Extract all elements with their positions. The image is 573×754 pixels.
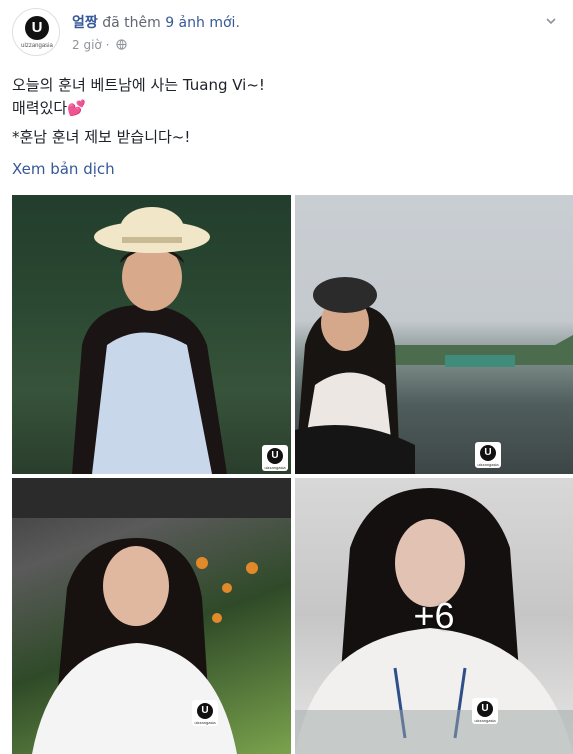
meta-separator: · — [105, 38, 110, 52]
avatar-brand: ulzzangasia — [21, 43, 53, 49]
author-link[interactable]: 얼짱 — [72, 15, 98, 31]
post-text-line: 매력있다💕 — [12, 99, 86, 117]
more-photos-count[interactable]: +6 — [295, 478, 573, 754]
post-action-text: đã thêm — [102, 15, 161, 31]
post-text-line: *훈남 훈녀 제보 받습니다~! — [12, 128, 191, 146]
post-header: U ulzzangasia 얼짱 đã thêm 9 ảnh mới. 2 gi… — [12, 8, 562, 58]
title-period: . — [235, 15, 240, 31]
post-meta: 2 giờ · — [72, 38, 127, 52]
watermark-letter: U — [477, 701, 493, 717]
photo-3-illustration — [12, 478, 291, 754]
photo-4[interactable]: +6 U ulzzangasia — [295, 478, 573, 754]
photos-added-link[interactable]: 9 ảnh mới — [165, 15, 235, 31]
watermark-letter: U — [480, 445, 496, 461]
photo-2-illustration — [295, 277, 573, 474]
watermark-logo: U ulzzangasia — [262, 445, 288, 471]
post-message: 오늘의 훈녀 베트남에 사는 Tuang Vi~! 매력있다💕 *훈남 훈녀 제… — [12, 74, 552, 149]
watermark-logo: U ulzzangasia — [192, 700, 218, 726]
photo-1[interactable]: U ulzzangasia — [12, 195, 291, 474]
post-timestamp[interactable]: 2 giờ — [72, 38, 102, 52]
watermark-letter: U — [267, 448, 283, 464]
watermark-logo: U ulzzangasia — [475, 442, 501, 468]
watermark-logo: U ulzzangasia — [472, 698, 498, 724]
globe-icon[interactable] — [116, 39, 127, 50]
photo-3[interactable]: U ulzzangasia — [12, 478, 291, 754]
chevron-down-icon[interactable] — [544, 14, 558, 28]
watermark-brand: ulzzangasia — [474, 718, 496, 723]
page-avatar[interactable]: U ulzzangasia — [12, 8, 60, 56]
watermark-letter: U — [197, 703, 213, 719]
post-text-line: 오늘의 훈녀 베트남에 사는 Tuang Vi~! — [12, 76, 265, 94]
watermark-brand: ulzzangasia — [194, 720, 216, 725]
post-title-line: 얼짱 đã thêm 9 ảnh mới. — [72, 12, 240, 32]
avatar-logo-letter: U — [25, 16, 49, 40]
photo-grid: U ulzzangasia U ulzzangasia U ulzzangasi… — [12, 195, 573, 754]
watermark-brand: ulzzangasia — [264, 465, 286, 470]
photo-2[interactable]: U ulzzangasia — [295, 195, 573, 474]
photo-1-illustration — [12, 195, 291, 474]
see-translation-link[interactable]: Xem bản dịch — [12, 160, 115, 178]
watermark-brand: ulzzangasia — [477, 462, 499, 467]
